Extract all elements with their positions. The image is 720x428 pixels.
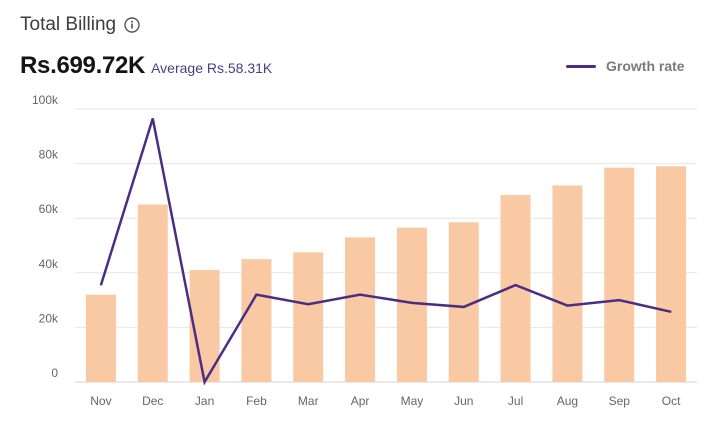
bar-mar	[293, 252, 324, 382]
x-tick-label: Nov	[90, 394, 111, 408]
growth-rate-point	[566, 305, 568, 307]
growth-rate-point	[100, 284, 102, 286]
growth-rate-point	[411, 302, 413, 304]
growth-rate-point	[359, 294, 361, 296]
y-tick-label: 20k	[39, 311, 59, 325]
bar-nov	[85, 294, 116, 382]
bar-feb	[241, 259, 272, 382]
x-tick-label: Mar	[298, 394, 319, 408]
y-tick-label: 80k	[39, 148, 59, 162]
x-tick-label: May	[401, 394, 424, 408]
x-tick-label: Dec	[142, 394, 163, 408]
x-tick-label: Sep	[609, 394, 631, 408]
growth-rate-point	[204, 381, 206, 383]
bar-sep	[604, 167, 635, 382]
billing-chart: 0 20k 40k 60k 80k 100k Nov Dec Jan Feb Mar Apr May Ju…	[32, 93, 697, 408]
y-tick-label: 60k	[39, 202, 59, 216]
growth-rate-line	[99, 118, 672, 386]
growth-rate-point	[255, 294, 257, 296]
x-tick-label: Oct	[662, 394, 681, 408]
bar-dec	[137, 204, 168, 382]
x-tick-label: Jul	[508, 394, 523, 408]
bar-apr	[345, 237, 376, 382]
bar-oct	[656, 166, 687, 382]
growth-rate-point	[307, 303, 309, 305]
growth-rate-point	[670, 311, 672, 313]
y-tick-label: 0	[51, 366, 58, 380]
growth-rate-point	[618, 299, 620, 301]
y-tick-label: 100k	[32, 93, 59, 107]
growth-rate-point	[152, 118, 154, 120]
y-tick-label: 40k	[39, 257, 59, 271]
x-tick-label: Aug	[557, 394, 578, 408]
growth-rate-point	[515, 284, 517, 286]
x-tick-label: Jun	[454, 394, 473, 408]
x-tick-label: Feb	[246, 394, 267, 408]
x-tick-label: Apr	[351, 394, 370, 408]
bar-aug	[552, 185, 583, 382]
x-tick-label: Jan	[195, 394, 214, 408]
growth-rate-point	[463, 306, 465, 308]
